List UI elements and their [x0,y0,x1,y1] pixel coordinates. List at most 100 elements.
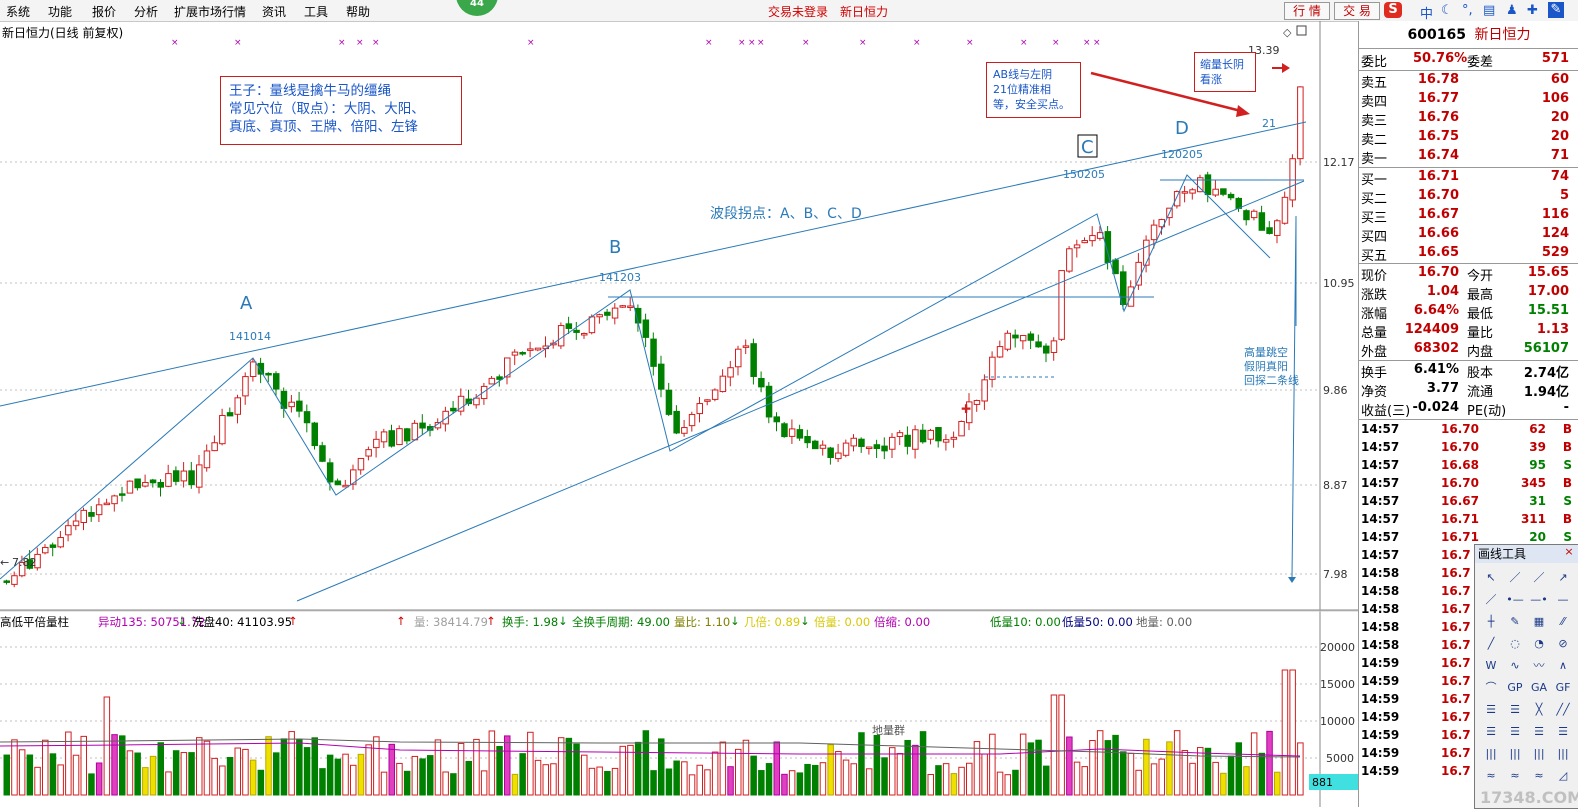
volume-bar [904,739,911,796]
buy-point-note-box: AB线与左阴 21位精准相 等，安全买点。 [986,62,1081,118]
user-icon[interactable]: ♟ [1506,3,1518,18]
waves-annotation: 波段拐点：A、B、C、D [710,206,862,222]
draw-tool-16-icon[interactable]: W [1481,657,1501,675]
draw-tool-17-icon[interactable]: ∿ [1505,657,1525,675]
chart-maximize-icon[interactable] [1296,25,1307,36]
moon-icon[interactable]: ☾ [1441,3,1453,18]
volume-note-line-1: 王子：量线是擒牛马的缰绳 [229,83,391,99]
volume-bar [211,757,218,796]
candle [211,442,218,452]
volume-bar [688,774,696,796]
draw-tool-2-icon[interactable]: ／ [1529,569,1549,587]
stock-header: 600165 新日恒力 [1359,24,1578,46]
kline-chart[interactable]: 12.17 10.95 9.86 8.87 7.98 20000 15000 1… [0,21,1358,807]
draw-tool-35-icon[interactable]: ||| [1553,745,1573,763]
draw-tool-13-icon[interactable]: ◌ [1505,635,1525,653]
candle [1089,235,1096,242]
notification-badge[interactable]: 44 [456,0,498,16]
candle [265,372,272,376]
trade-button[interactable]: 交 易 [1334,2,1380,20]
draw-tool-22-icon[interactable]: GA [1529,679,1549,697]
draw-tool-36-icon[interactable]: ≈ [1481,767,1501,785]
chart-restore-icon[interactable]: ◇ [1283,26,1292,39]
volume-indicator-name[interactable]: 高低平倍量柱 [0,614,69,630]
candle [981,379,988,402]
menu-function[interactable]: 功能 [48,3,72,20]
draw-tool-12-icon[interactable]: ╱ [1481,635,1501,653]
candle [588,316,596,334]
draw-tool-10-icon[interactable]: ▦ [1529,613,1549,631]
menu-tools[interactable]: 工具 [304,3,328,20]
draw-tool-18-icon[interactable]: 〰 [1529,657,1549,675]
draw-tool-7-icon[interactable]: — [1553,591,1573,609]
event-marker: × [171,38,179,48]
trend-line-lower [296,180,1305,602]
draw-tool-1-icon[interactable]: ／ [1505,569,1525,587]
login-status[interactable]: 交易未登录 [768,3,828,20]
menu-help[interactable]: 帮助 [346,3,370,20]
volume-bar [1089,740,1096,796]
candle [1004,332,1011,350]
candle [57,537,64,548]
draw-tool-5-icon[interactable]: •— [1505,591,1525,609]
draw-tool-11-icon[interactable]: ⁄⁄ [1553,613,1573,631]
close-icon[interactable]: × [1563,546,1575,558]
draw-tool-9-icon[interactable]: ✎ [1505,613,1525,631]
level-21-label: 21 [1262,117,1276,130]
draw-tool-29-icon[interactable]: ☰ [1505,723,1525,741]
draw-tool-28-icon[interactable]: ☰ [1481,723,1501,741]
volume-bar [296,738,303,796]
menu-analysis[interactable]: 分析 [134,3,158,20]
menu-extended-market[interactable]: 扩展市场行情 [174,3,246,20]
menu-system[interactable]: 系统 [6,3,30,20]
draw-tool-39-icon[interactable]: ◿ [1553,767,1573,785]
candle [865,446,873,450]
draw-tool-6-icon[interactable]: —• [1529,591,1549,609]
drawing-tool-panel[interactable]: 画线工具 × ↖ ／／ ↗ ／ •— —• — ┼ ✎ ▦ ⁄⁄ ╱ ◌ ◔ ⊘ W ∿ 〰 ∧ ⌒ GP GA GF ☰ ☰ ╳… [1474,544,1578,809]
candle [365,449,372,457]
candle [973,400,981,405]
volume-bar [157,742,164,796]
draw-tool-21-icon[interactable]: GP [1505,679,1525,697]
volume-bar [1204,747,1212,796]
draw-tool-37-icon[interactable]: ≈ [1505,767,1525,785]
draw-tool-38-icon[interactable]: ≈ [1529,767,1549,785]
draw-tool-26-icon[interactable]: ╳ [1529,701,1549,719]
draw-tool-34-icon[interactable]: ||| [1529,745,1549,763]
draw-tool-15-icon[interactable]: ⊘ [1553,635,1573,653]
menu-news[interactable]: 资讯 [262,3,286,20]
sogou-icon[interactable]: S [1384,2,1402,18]
draw-tool-27-icon[interactable]: ╱╱ [1553,701,1573,719]
draw-tool-0-icon[interactable]: ↖ [1481,569,1501,587]
note-line-2: 假阴真阳 [1244,359,1288,373]
punctuation-icon[interactable]: °, [1462,3,1473,18]
wrench-icon[interactable]: ✎ [1548,2,1564,18]
quote-button[interactable]: 行 情 [1284,2,1330,20]
draw-tool-31-icon[interactable]: ☰ [1553,723,1573,741]
draw-tool-32-icon[interactable]: ||| [1481,745,1501,763]
draw-tool-3-icon[interactable]: ↗ [1553,569,1573,587]
vol-item-4: 全换手周期: 49.00 [572,615,670,629]
draw-tool-30-icon[interactable]: ☰ [1529,723,1549,741]
candle [380,431,388,443]
keyboard-icon[interactable]: ▤ [1483,3,1495,18]
candle [758,378,765,388]
draw-tool-20-icon[interactable]: ⌒ [1481,679,1501,697]
draw-tool-25-icon[interactable]: ☰ [1505,701,1525,719]
draw-tool-24-icon[interactable]: ☰ [1481,701,1501,719]
draw-tool-8-icon[interactable]: ┼ [1481,613,1501,631]
shirt-icon[interactable]: ✚ [1527,3,1538,18]
weibi-row: 委比 50.76% 委差 571 [1361,51,1569,70]
vol-item-1-arrow: ↑ [288,614,298,628]
candle [1250,210,1258,219]
draw-tool-14-icon[interactable]: ◔ [1529,635,1549,653]
zhong-text-icon[interactable]: 中 [1420,3,1433,22]
draw-tool-19-icon[interactable]: ∧ [1553,657,1573,675]
candle [134,478,141,489]
candle [1258,212,1266,231]
draw-tool-33-icon[interactable]: ||| [1505,745,1525,763]
buy-signal-marker: ✚ [961,402,971,416]
menu-quote[interactable]: 报价 [92,3,116,20]
draw-tool-23-icon[interactable]: GF [1553,679,1573,697]
draw-tool-4-icon[interactable]: ／ [1481,591,1501,609]
